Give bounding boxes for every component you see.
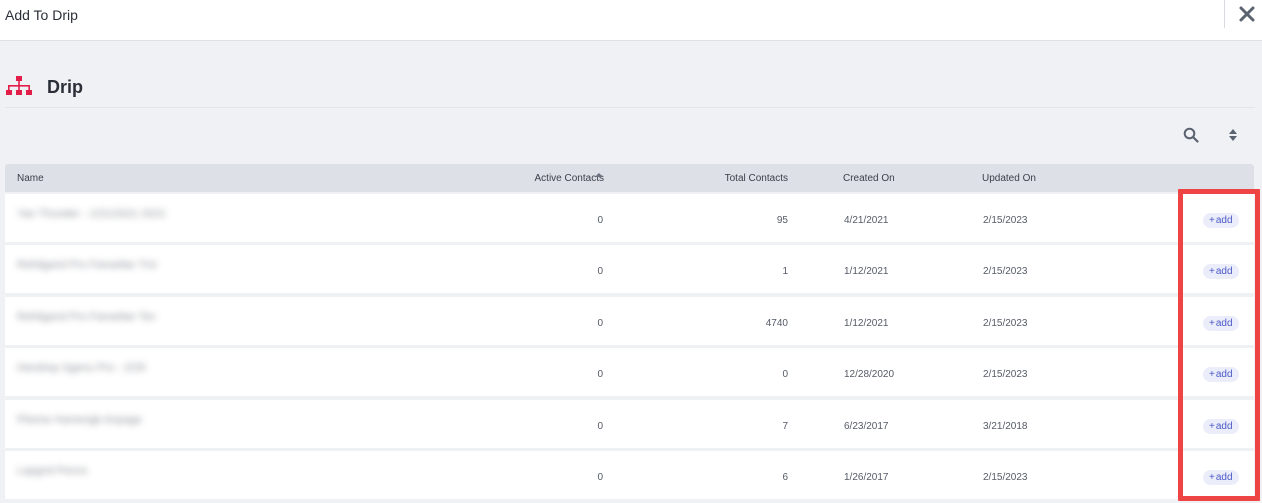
add-label: add	[1215, 215, 1233, 226]
drip-name: Rehilgand Pro Fanseltar Trsi	[17, 259, 157, 271]
table-row[interactable]: Hendrep Sgenu Pro - 2/29 0 0 12/28/2020 …	[5, 348, 1254, 396]
updated-on-value: 2/15/2023	[983, 215, 1028, 226]
table-header: Name Active Contacts Total Contacts Crea…	[5, 164, 1254, 192]
table-row[interactable]: Pitome Hamerigk Anpage 0 7 6/23/2017 3/2…	[5, 400, 1254, 448]
total-contacts-value: 1	[782, 266, 788, 277]
plus-icon: +	[1209, 318, 1215, 329]
active-contacts-value: 0	[597, 318, 603, 329]
section-header: Drip	[5, 70, 1255, 108]
plus-icon: +	[1209, 421, 1215, 432]
column-header-name[interactable]: Name	[17, 173, 44, 184]
add-label: add	[1215, 472, 1233, 483]
active-contacts-value: 0	[597, 369, 603, 380]
updated-on-value: 2/15/2023	[983, 369, 1028, 380]
plus-icon: +	[1209, 472, 1215, 483]
add-button[interactable]: +add	[1203, 213, 1239, 228]
sort-toggle-icon[interactable]	[1228, 127, 1238, 143]
column-header-total-contacts[interactable]: Total Contacts	[725, 173, 788, 184]
add-label: add	[1215, 266, 1233, 277]
add-button[interactable]: +add	[1203, 316, 1239, 331]
add-button[interactable]: +add	[1203, 367, 1239, 382]
active-contacts-value: 0	[597, 472, 603, 483]
table-row[interactable]: Rehilgand Pro Fanseltar Trsi 0 1 1/12/20…	[5, 245, 1254, 293]
add-label: add	[1215, 318, 1233, 329]
drip-name: Hendrep Sgenu Pro - 2/29	[17, 362, 146, 374]
close-button[interactable]	[1236, 3, 1258, 25]
updated-on-value: 3/21/2018	[983, 421, 1028, 432]
created-on-value: 1/12/2021	[844, 318, 889, 329]
search-icon[interactable]	[1183, 127, 1199, 143]
updated-on-value: 2/15/2023	[983, 266, 1028, 277]
active-contacts-value: 0	[597, 421, 603, 432]
updated-on-value: 2/15/2023	[983, 318, 1028, 329]
drip-name: Lapgnd Penvs	[17, 465, 88, 477]
modal-header: Add To Drip	[0, 0, 1262, 41]
total-contacts-value: 95	[776, 215, 788, 226]
add-button[interactable]: +add	[1203, 470, 1239, 485]
add-button[interactable]: +add	[1203, 419, 1239, 434]
add-label: add	[1215, 421, 1233, 432]
updated-on-value: 2/15/2023	[983, 472, 1028, 483]
active-contacts-value: 0	[597, 215, 603, 226]
sitemap-icon	[6, 76, 32, 95]
created-on-value: 1/12/2021	[844, 266, 889, 277]
add-label: add	[1215, 369, 1233, 380]
plus-icon: +	[1209, 369, 1215, 380]
column-header-updated-on[interactable]: Updated On	[982, 173, 1036, 184]
total-contacts-value: 4740	[765, 318, 788, 329]
column-header-active-contacts[interactable]: Active Contacts	[535, 173, 604, 184]
header-divider	[1224, 0, 1225, 28]
plus-icon: +	[1209, 266, 1215, 277]
table-row[interactable]: Lapgnd Penvs 0 6 1/26/2017 2/15/2023 +ad…	[5, 451, 1254, 499]
modal-title: Add To Drip	[5, 7, 78, 23]
created-on-value: 4/21/2021	[844, 215, 889, 226]
sort-ascending-icon	[595, 173, 603, 177]
created-on-value: 1/26/2017	[844, 472, 889, 483]
table-row[interactable]: Yan Thunder - 1/21/2021 2021 0 95 4/21/2…	[5, 194, 1254, 242]
total-contacts-value: 6	[782, 472, 788, 483]
table-row[interactable]: Rehilgand Pro Fanseltar Tsn 0 4740 1/12/…	[5, 297, 1254, 345]
close-icon	[1239, 6, 1255, 22]
section-title: Drip	[47, 77, 83, 97]
created-on-value: 12/28/2020	[844, 369, 895, 380]
drip-name: Yan Thunder - 1/21/2021 2021	[17, 208, 166, 220]
drip-name: Rehilgand Pro Fanseltar Tsn	[17, 311, 156, 323]
add-button[interactable]: +add	[1203, 264, 1239, 279]
drip-name: Pitome Hamerigk Anpage	[17, 414, 142, 426]
total-contacts-value: 7	[782, 421, 788, 432]
total-contacts-value: 0	[782, 369, 788, 380]
active-contacts-value: 0	[597, 266, 603, 277]
created-on-value: 6/23/2017	[844, 421, 889, 432]
plus-icon: +	[1209, 215, 1215, 226]
column-header-created-on[interactable]: Created On	[843, 173, 895, 184]
